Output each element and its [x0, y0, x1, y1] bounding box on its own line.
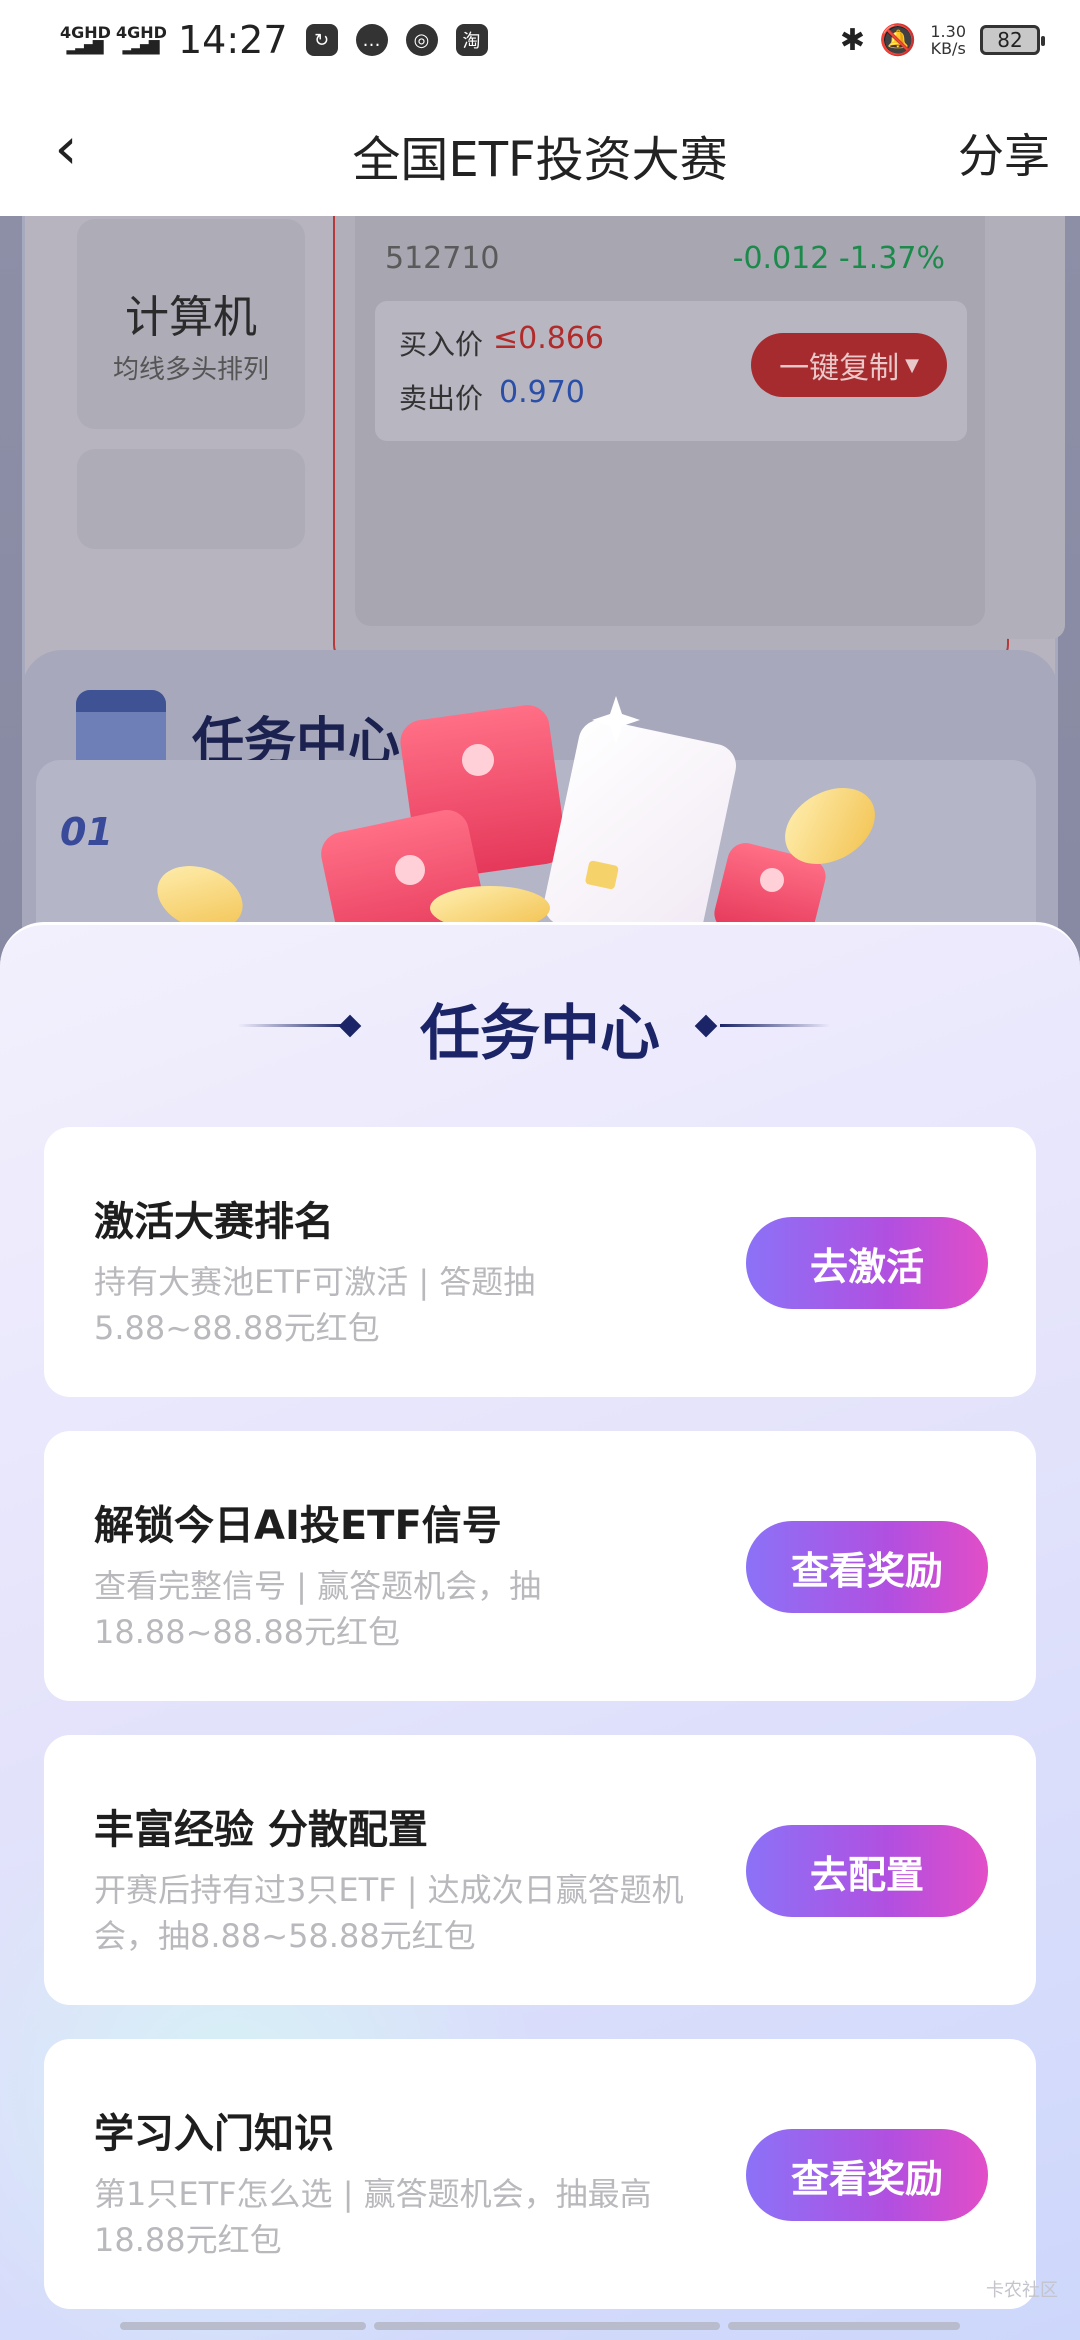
- buy-price-label: 买入价: [399, 328, 484, 361]
- stock-inner: 512710 -0.012 -1.37% 买入价 ≤0.866 卖出价 0.97…: [355, 216, 985, 626]
- sell-price-value: 0.970: [499, 375, 585, 410]
- nav-bar: ‹ 全国ETF投资大赛 分享: [0, 80, 1080, 216]
- status-time: 14:27: [178, 18, 288, 62]
- page-title: 全国ETF投资大赛: [352, 132, 728, 188]
- view-reward-button[interactable]: 查看奖励: [746, 2129, 988, 2221]
- sell-price-label: 卖出价: [399, 382, 484, 415]
- home-indicator[interactable]: [120, 2322, 960, 2330]
- speed-unit: KB/s: [930, 39, 966, 58]
- network-indicator-2: 4GHD ▂▃▅▇: [116, 25, 167, 55]
- title-decoration-right: [720, 1024, 830, 1027]
- sector-name: 计算机: [125, 292, 257, 343]
- buy-price-value: ≤0.866: [493, 321, 605, 356]
- task-description: 查看完整信号 | 赢答题机会，抽18.88~88.88元红包: [94, 1567, 542, 1651]
- price-box: 买入价 ≤0.866 卖出价 0.970 一键复制 ▼: [375, 301, 967, 441]
- task-description: 开赛后持有过3只ETF | 达成次日赢答题机会，抽8.88~58.88元红包: [94, 1871, 684, 1955]
- home-indicator-segment: [120, 2322, 366, 2330]
- task-title: 学习入门知识: [94, 2111, 334, 2157]
- share-button[interactable]: 分享: [958, 120, 1050, 186]
- task-description: 持有大赛池ETF可激活 | 答题抽5.88~88.88元红包: [94, 1263, 536, 1347]
- speed-value: 1.30: [930, 22, 966, 41]
- task-title: 激活大赛排名: [94, 1199, 334, 1245]
- caret-down-icon: ▼: [905, 354, 919, 376]
- battery-level: 82: [997, 28, 1023, 52]
- one-click-copy-button[interactable]: 一键复制 ▼: [751, 333, 947, 397]
- task-bg-number: 01: [60, 810, 113, 854]
- status-bar-right: ✱ 🔕 1.30 KB/s 82: [839, 22, 1045, 58]
- status-bar: 4GHD ▂▃▅▇ 4GHD ▂▃▅▇ 14:27 ↻ … ◎ 淘 ✱ 🔕 1.…: [0, 0, 1080, 80]
- bluetooth-icon: ✱: [839, 22, 866, 58]
- task-title: 解锁今日AI投ETF信号: [94, 1503, 502, 1549]
- status-bar-left: 4GHD ▂▃▅▇ 4GHD ▂▃▅▇ 14:27 ↻ … ◎ 淘: [60, 18, 498, 62]
- network-speed: 1.30 KB/s: [930, 23, 966, 57]
- stock-change: -0.012 -1.37%: [732, 241, 945, 276]
- task-center-sheet: 任务中心 激活大赛排名 持有大赛池ETF可激活 | 答题抽5.88~88.88元…: [0, 922, 1080, 2340]
- task-description: 第1只ETF怎么选 | 赢答题机会，抽最高18.88元红包: [94, 2175, 652, 2259]
- configure-button[interactable]: 去配置: [746, 1825, 988, 1917]
- task-card: 学习入门知识 第1只ETF怎么选 | 赢答题机会，抽最高18.88元红包 查看奖…: [44, 2039, 1036, 2309]
- task-card: 解锁今日AI投ETF信号 查看完整信号 | 赢答题机会，抽18.88~88.88…: [44, 1431, 1036, 1701]
- sector-subtitle: 均线多头排列: [112, 355, 269, 385]
- battery-icon: 82: [980, 25, 1045, 55]
- stock-card: 512710 -0.012 -1.37% 买入价 ≤0.866 卖出价 0.97…: [333, 216, 1009, 663]
- view-reward-button[interactable]: 查看奖励: [746, 1521, 988, 1613]
- watermark: 卡农社区: [986, 2280, 1058, 2301]
- sector-tab-2[interactable]: [77, 449, 305, 549]
- task-card: 丰富经验 分散配置 开赛后持有过3只ETF | 达成次日赢答题机会，抽8.88~…: [44, 1735, 1036, 2005]
- activate-button[interactable]: 去激活: [746, 1217, 988, 1309]
- task-title: 丰富经验 分散配置: [94, 1807, 428, 1853]
- taobao-icon: 淘: [455, 24, 488, 56]
- sector-tab[interactable]: 计算机 均线多头排列: [77, 219, 305, 429]
- compass-icon: ◎: [405, 24, 438, 56]
- network-indicator-1: 4GHD ▂▃▅▇: [60, 25, 111, 55]
- signal-bars-icon: ▂▃▅▇: [122, 39, 159, 55]
- stock-code: 512710: [385, 241, 500, 276]
- task-card: 激活大赛排名 持有大赛池ETF可激活 | 答题抽5.88~88.88元红包 去激…: [44, 1127, 1036, 1397]
- mute-icon: 🔕: [879, 22, 917, 58]
- copy-button-label: 一键复制: [779, 351, 900, 386]
- sheet-title: 任务中心: [420, 999, 660, 1069]
- sync-icon: ↻: [305, 24, 338, 56]
- home-indicator-segment: [374, 2322, 720, 2330]
- signal-bars-icon: ▂▃▅▇: [66, 39, 103, 55]
- message-icon: …: [355, 24, 388, 56]
- next-stock-card[interactable]: [995, 216, 1065, 639]
- home-indicator-segment: [728, 2322, 960, 2330]
